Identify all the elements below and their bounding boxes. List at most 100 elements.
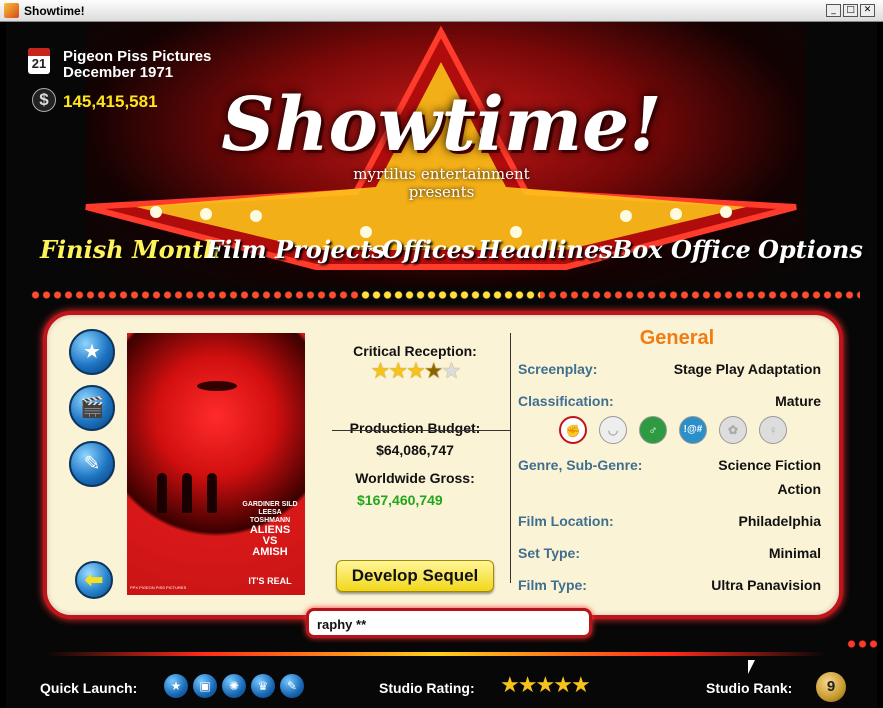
- film-location-value: Philadelphia: [738, 513, 821, 529]
- critical-reception-label: Critical Reception:: [353, 343, 477, 359]
- minimize-button[interactable]: _: [826, 4, 841, 17]
- star-icon: ★: [370, 359, 391, 384]
- nav-separator: *: [368, 243, 374, 260]
- screenplay-label: Screenplay:: [518, 361, 598, 377]
- sex-icon: ♂: [639, 416, 667, 444]
- nav-options[interactable]: Options: [758, 235, 863, 264]
- general-title: General: [639, 327, 715, 349]
- nav-separator: *: [464, 243, 470, 260]
- poster-title-line: AMISH: [252, 546, 288, 558]
- develop-sequel-button[interactable]: Develop Sequel: [336, 560, 494, 592]
- quick-launch-label: Quick Launch:: [40, 680, 138, 696]
- nav-separator: *: [194, 243, 200, 260]
- language-icon: !@#: [679, 416, 707, 444]
- clapperboard-icon: 🎬: [79, 397, 105, 419]
- star-icon: ★: [441, 359, 462, 384]
- presenter-line-1: myrtilus entertainment: [353, 165, 530, 183]
- calendar-icon: 21: [28, 48, 50, 74]
- star-icon: ★: [517, 673, 538, 698]
- presenter-line-2: presents: [408, 183, 475, 201]
- star-icon: ★: [570, 673, 591, 698]
- worldwide-gross-label: Worldwide Gross:: [355, 470, 475, 486]
- close-button[interactable]: ✕: [860, 4, 875, 17]
- star-icon[interactable]: ★: [164, 674, 188, 698]
- violence-icon: ✊: [559, 416, 587, 444]
- production-budget-value: $64,086,747: [376, 442, 454, 458]
- subgenre-value: Action: [777, 481, 821, 497]
- nav-headlines[interactable]: Headlines: [478, 235, 613, 264]
- script-button[interactable]: ✎: [69, 441, 115, 487]
- marquee-lights-top: [30, 290, 860, 300]
- lips-icon: ◡: [599, 416, 627, 444]
- figure-graphic: [182, 473, 192, 513]
- critical-reception-stars: ★★★★★: [325, 359, 505, 384]
- poster-small-print: PPX PIGEON PISS PICTURES: [130, 585, 187, 590]
- star-icon: ★: [553, 673, 573, 698]
- money-balance: 145,415,581: [63, 92, 158, 111]
- main-nav: Finish Month * Film Projects * Offices *…: [6, 235, 877, 275]
- film-detail-panel: ★ 🎬 ✎ ⬅ GARDINER SILD LEESA TOSHMANN ALI…: [43, 311, 843, 619]
- studio-rank-badge: 9: [816, 672, 846, 702]
- film-stats: Critical Reception: ★★★★★ Production Bud…: [325, 333, 505, 508]
- star-icon: ★: [500, 673, 520, 698]
- game-stage: Showtime! myrtilus entertainment present…: [6, 22, 877, 708]
- award-icon[interactable]: ♛: [251, 674, 275, 698]
- back-button[interactable]: ⬅: [75, 561, 113, 599]
- production-button[interactable]: 🎬: [69, 385, 115, 431]
- genre-value: Science Fiction: [718, 457, 821, 473]
- poster-title: ALIENS VS AMISH: [239, 525, 301, 558]
- drugs-icon: ✿: [719, 416, 747, 444]
- arrow-left-icon: ⬅: [84, 567, 104, 592]
- ufo-graphic: [197, 381, 237, 391]
- app-icon: [4, 3, 19, 18]
- worldwide-gross-value: $167,460,749: [357, 492, 443, 508]
- divider: [510, 333, 511, 583]
- info-card-icon: ★: [83, 341, 101, 363]
- star-icon: ★: [423, 359, 444, 384]
- dollar-icon: $: [32, 88, 56, 112]
- poster-credits: GARDINER SILD LEESA TOSHMANN: [242, 501, 298, 524]
- pen-icon[interactable]: ✎: [280, 674, 304, 698]
- film-type-value: Ultra Panavision: [711, 577, 821, 593]
- divider: [332, 430, 510, 431]
- classification-label: Classification:: [518, 393, 614, 409]
- nav-box-office[interactable]: Box Office: [612, 235, 751, 264]
- window-title: Showtime!: [24, 4, 85, 18]
- pen-icon: ✎: [83, 453, 101, 475]
- presenter-text: myrtilus entertainment presents: [6, 165, 877, 201]
- news-ticker: raphy **: [306, 608, 592, 638]
- tv-icon[interactable]: ▣: [193, 674, 217, 698]
- film-poster: GARDINER SILD LEESA TOSHMANN ALIENS VS A…: [127, 333, 305, 595]
- star-icon: ★: [406, 359, 426, 384]
- film-location-label: Film Location:: [518, 513, 614, 529]
- film-info-button[interactable]: ★: [69, 329, 115, 375]
- figure-graphic: [157, 473, 167, 513]
- nudity-icon: ♀: [759, 416, 787, 444]
- nav-separator: *: [744, 243, 750, 260]
- screenplay-value: Stage Play Adaptation: [673, 361, 821, 377]
- classification-value: Mature: [775, 393, 821, 409]
- bottom-bar: Quick Launch: ★ ▣ ✺ ♛ ✎ Studio Rating: ★…: [6, 670, 877, 706]
- genre-label: Genre, Sub-Genre:: [518, 457, 643, 473]
- star-icon: ★: [388, 359, 408, 384]
- studio-rank-label: Studio Rank:: [706, 680, 793, 696]
- mouse-cursor: [748, 660, 755, 674]
- figure-graphic: [207, 473, 217, 513]
- glow-divider: [46, 652, 826, 656]
- maximize-button[interactable]: □: [843, 4, 858, 17]
- ticker-text: raphy **: [317, 617, 367, 632]
- set-type-value: Minimal: [768, 545, 821, 561]
- studio-rating-stars: ★★★★★: [500, 673, 591, 698]
- window-titlebar: Showtime! _ □ ✕: [0, 0, 883, 22]
- nav-offices[interactable]: Offices: [382, 235, 475, 264]
- poster-tagline: IT'S REAL: [248, 576, 292, 586]
- studio-name: Pigeon Piss Pictures: [63, 48, 212, 65]
- current-date: December 1971: [63, 64, 174, 81]
- film-reel-icon[interactable]: ✺: [222, 674, 246, 698]
- studio-rating-label: Studio Rating:: [379, 680, 475, 696]
- nav-film-projects[interactable]: Film Projects: [206, 235, 385, 264]
- star-icon: ★: [535, 673, 555, 698]
- film-type-label: Film Type:: [518, 577, 587, 593]
- nav-separator: *: [598, 243, 604, 260]
- set-type-label: Set Type:: [518, 545, 580, 561]
